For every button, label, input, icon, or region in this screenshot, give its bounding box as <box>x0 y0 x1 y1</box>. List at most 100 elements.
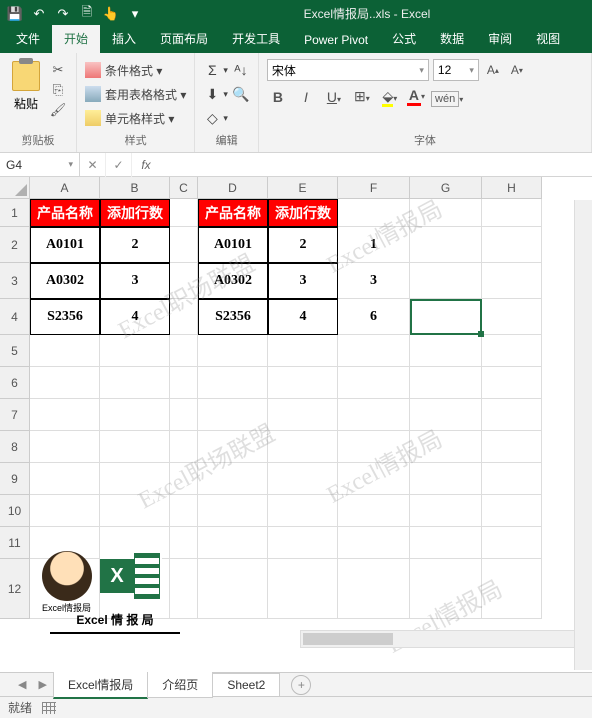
cell-D1[interactable]: 产品名称 <box>198 199 268 227</box>
font-name-select[interactable]: 宋体▾ <box>267 59 429 81</box>
sheet-tab-1[interactable]: Excel情报局 <box>53 671 148 699</box>
row-header-8[interactable]: 8 <box>0 431 30 463</box>
format-as-table-button[interactable]: 套用表格格式 ▾ <box>85 83 186 105</box>
cell-A3[interactable]: A0302 <box>30 263 100 299</box>
italic-button[interactable]: I <box>295 89 317 105</box>
cell-C11[interactable] <box>170 527 198 559</box>
cell-G7[interactable] <box>410 399 482 431</box>
undo-icon[interactable]: ↶ <box>28 3 50 25</box>
col-header-C[interactable]: C <box>170 177 198 199</box>
cell-B4[interactable]: 4 <box>100 299 170 335</box>
horizontal-scrollbar[interactable] <box>300 630 590 648</box>
tab-power-pivot[interactable]: Power Pivot <box>292 28 380 53</box>
cell-H12[interactable] <box>482 559 542 619</box>
col-header-E[interactable]: E <box>268 177 338 199</box>
find-select-button[interactable]: 🔍 <box>232 83 250 105</box>
cell-F3[interactable]: 3 <box>338 263 410 299</box>
cell-C3[interactable] <box>170 263 198 299</box>
font-color-button[interactable]: A▾ <box>407 87 425 106</box>
cell-E9[interactable] <box>268 463 338 495</box>
cell-D3[interactable]: A0302 <box>198 263 268 299</box>
row-header-2[interactable]: 2 <box>0 227 30 263</box>
conditional-format-button[interactable]: 条件格式 ▾ <box>85 59 186 81</box>
cell-F5[interactable] <box>338 335 410 367</box>
col-header-F[interactable]: F <box>338 177 410 199</box>
qat-more-icon[interactable]: ▾ <box>124 3 146 25</box>
sheet-tab-2[interactable]: 介绍页 <box>147 671 213 698</box>
cell-E12[interactable] <box>268 559 338 619</box>
cell-D2[interactable]: A0101 <box>198 227 268 263</box>
col-header-H[interactable]: H <box>482 177 542 199</box>
sheet-nav-prev-icon[interactable]: ◀ <box>12 678 32 691</box>
cell-B1[interactable]: 添加行数 <box>100 199 170 227</box>
autosum-button[interactable]: Σ▾ <box>203 59 228 81</box>
worksheet-grid[interactable]: ABCDEFGH 123456789101112 产品名称添加行数产品名称添加行… <box>0 177 592 672</box>
touch-mode-icon[interactable]: 👆 <box>100 3 122 25</box>
row-header-10[interactable]: 10 <box>0 495 30 527</box>
col-header-G[interactable]: G <box>410 177 482 199</box>
row-header-11[interactable]: 11 <box>0 527 30 559</box>
cell-E10[interactable] <box>268 495 338 527</box>
cell-D7[interactable] <box>198 399 268 431</box>
cell-H4[interactable] <box>482 299 542 335</box>
decrease-font-icon[interactable]: A▾ <box>507 59 527 81</box>
cell-H8[interactable] <box>482 431 542 463</box>
cell-E7[interactable] <box>268 399 338 431</box>
cell-C8[interactable] <box>170 431 198 463</box>
redo-icon[interactable]: ↷ <box>52 3 74 25</box>
cell-A7[interactable] <box>30 399 100 431</box>
cell-D9[interactable] <box>198 463 268 495</box>
tab-review[interactable]: 审阅 <box>476 25 524 53</box>
cell-E3[interactable]: 3 <box>268 263 338 299</box>
vertical-scrollbar[interactable] <box>574 200 592 670</box>
cell-D10[interactable] <box>198 495 268 527</box>
cell-F4[interactable]: 6 <box>338 299 410 335</box>
tab-file[interactable]: 文件 <box>4 25 52 53</box>
cell-G6[interactable] <box>410 367 482 399</box>
sort-filter-button[interactable]: ᴬ↓ <box>232 59 250 81</box>
cell-H11[interactable] <box>482 527 542 559</box>
cell-F12[interactable] <box>338 559 410 619</box>
formula-input[interactable] <box>160 153 592 176</box>
col-header-D[interactable]: D <box>198 177 268 199</box>
column-headers[interactable]: ABCDEFGH <box>30 177 542 199</box>
tab-page-layout[interactable]: 页面布局 <box>148 25 220 53</box>
cell-C10[interactable] <box>170 495 198 527</box>
cell-A8[interactable] <box>30 431 100 463</box>
row-header-12[interactable]: 12 <box>0 559 30 619</box>
cell-G4[interactable] <box>410 299 482 335</box>
cell-F8[interactable] <box>338 431 410 463</box>
cell-F7[interactable] <box>338 399 410 431</box>
cell-G1[interactable] <box>410 199 482 227</box>
cell-B3[interactable]: 3 <box>100 263 170 299</box>
cell-F1[interactable] <box>338 199 410 227</box>
cell-C1[interactable] <box>170 199 198 227</box>
cell-E8[interactable] <box>268 431 338 463</box>
cell-G9[interactable] <box>410 463 482 495</box>
increase-font-icon[interactable]: A▴ <box>483 59 503 81</box>
tab-insert[interactable]: 插入 <box>100 25 148 53</box>
cell-G3[interactable] <box>410 263 482 299</box>
cell-D12[interactable] <box>198 559 268 619</box>
cell-G12[interactable] <box>410 559 482 619</box>
cell-H7[interactable] <box>482 399 542 431</box>
tab-home[interactable]: 开始 <box>52 25 100 53</box>
cell-E2[interactable]: 2 <box>268 227 338 263</box>
cell-B2[interactable]: 2 <box>100 227 170 263</box>
cut-icon[interactable]: ✂ <box>48 61 68 79</box>
cell-B8[interactable] <box>100 431 170 463</box>
cell-D5[interactable] <box>198 335 268 367</box>
cell-H3[interactable] <box>482 263 542 299</box>
row-header-3[interactable]: 3 <box>0 263 30 299</box>
col-header-B[interactable]: B <box>100 177 170 199</box>
row-header-5[interactable]: 5 <box>0 335 30 367</box>
cell-G2[interactable] <box>410 227 482 263</box>
cell-G5[interactable] <box>410 335 482 367</box>
cell-A5[interactable] <box>30 335 100 367</box>
cell-B10[interactable] <box>100 495 170 527</box>
row-header-6[interactable]: 6 <box>0 367 30 399</box>
cell-C7[interactable] <box>170 399 198 431</box>
row-header-1[interactable]: 1 <box>0 199 30 227</box>
macro-record-icon[interactable] <box>42 702 56 714</box>
cell-E5[interactable] <box>268 335 338 367</box>
